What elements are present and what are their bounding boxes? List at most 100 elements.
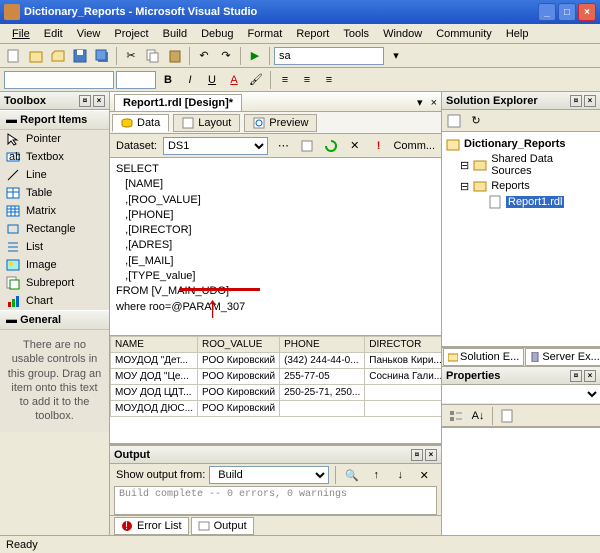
report-file[interactable]: Report1.rdl [506,196,564,208]
menu-community[interactable]: Community [430,26,498,42]
tab-server-explorer[interactable]: Server Ex... [525,348,600,366]
dataset-refresh-icon[interactable] [322,136,340,156]
tool-line[interactable]: Line [0,166,109,184]
tab-close-icon[interactable]: × [427,95,441,111]
output-pin-icon[interactable]: ¤ [411,449,423,461]
tab-layout[interactable]: Layout [173,114,240,132]
tool-textbox[interactable]: abTextbox [0,148,109,166]
tool-chart[interactable]: Chart [0,292,109,310]
tool-subreport[interactable]: Subreport [0,274,109,292]
categorized-icon[interactable] [446,406,466,426]
open-icon[interactable] [48,46,68,66]
find-combo[interactable] [274,47,384,65]
col-roo[interactable]: ROO_VALUE [198,337,280,353]
menu-tools[interactable]: Tools [337,26,375,42]
menu-file[interactable]: File [6,26,36,42]
tab-data[interactable]: Data [112,114,169,132]
paste-icon[interactable] [165,46,185,66]
copy-icon[interactable] [143,46,163,66]
properties-object-select[interactable] [442,385,600,403]
align-right-icon[interactable]: ≡ [319,70,339,90]
output-prev-icon[interactable]: ↑ [366,465,386,485]
output-clear-icon[interactable]: ✕ [414,465,434,485]
output-close-icon[interactable]: × [425,449,437,461]
menu-help[interactable]: Help [500,26,535,42]
sql-editor[interactable]: SELECT [NAME] ,[ROO_VALUE] ,[PHONE] ,[DI… [110,158,441,335]
menu-report[interactable]: Report [290,26,335,42]
tab-error-list[interactable]: !Error List [114,517,189,535]
dataset-trail: Comm... [393,140,435,152]
bold-icon[interactable]: B [158,70,178,90]
output-text[interactable]: Build complete -- 0 errors, 0 warnings [114,486,437,515]
cut-icon[interactable]: ✂ [121,46,141,66]
tool-table[interactable]: Table [0,184,109,202]
tool-rectangle[interactable]: Rectangle [0,220,109,238]
col-phone[interactable]: PHONE [280,337,365,353]
fontsize-combo[interactable] [116,71,156,89]
save-all-icon[interactable] [92,46,112,66]
menu-project[interactable]: Project [108,26,154,42]
align-center-icon[interactable]: ≡ [297,70,317,90]
minimize-button[interactable]: _ [538,3,556,21]
align-left-icon[interactable]: ≡ [275,70,295,90]
italic-icon[interactable]: I [180,70,200,90]
tool-image[interactable]: Image [0,256,109,274]
output-next-icon[interactable]: ↓ [390,465,410,485]
add-item-icon[interactable] [26,46,46,66]
save-icon[interactable] [70,46,90,66]
dataset-select[interactable]: DS1 [163,137,269,155]
alphabetical-icon[interactable]: A↓ [468,406,488,426]
new-project-icon[interactable] [4,46,24,66]
menu-bar: File Edit View Project Build Debug Forma… [0,24,600,44]
dataset-new-icon[interactable]: ⋯ [274,136,292,156]
run-icon[interactable]: ▶ [245,46,265,66]
tool-pointer[interactable]: Pointer [0,130,109,148]
document-tab[interactable]: Report1.rdl [Design]* [114,94,242,111]
menu-window[interactable]: Window [377,26,428,42]
solution-tree[interactable]: Dictionary_Reports ⊟Shared Data Sources … [442,132,600,347]
find-dropdown-icon[interactable]: ▾ [386,46,406,66]
project-icon [446,137,460,151]
menu-build[interactable]: Build [157,26,193,42]
col-name[interactable]: NAME [111,337,198,353]
dataset-delete-icon[interactable]: ✕ [346,136,364,156]
output-find-icon[interactable]: 🔍 [342,465,362,485]
tab-preview[interactable]: Preview [244,114,317,132]
solution-pin-icon[interactable]: ¤ [570,95,582,107]
standard-toolbar: ✂ ↶ ↷ ▶ ▾ [0,44,600,68]
col-director[interactable]: DIRECTOR [365,337,441,353]
table-row: МОУ ДОД ЦДТ...РОО Кировский250-25-71, 25… [111,385,442,401]
close-button[interactable]: × [578,3,596,21]
toolbox-close-icon[interactable]: × [93,95,105,107]
bgcolor-icon[interactable]: 🖌 [246,70,266,90]
toolbox-section-report-items[interactable]: ▬ Report Items [0,110,109,130]
toolbox-section-general[interactable]: ▬ General [0,310,109,330]
tool-list[interactable]: List [0,238,109,256]
menu-debug[interactable]: Debug [195,26,239,42]
tab-dropdown-icon[interactable]: ▾ [413,94,427,111]
results-grid[interactable]: NAME ROO_VALUE PHONE DIRECTOR AD МОУДОД … [110,335,441,443]
solution-properties-icon[interactable] [444,111,464,131]
toolbox-pin-icon[interactable]: ¤ [79,95,91,107]
dataset-edit-icon[interactable] [298,136,316,156]
tab-solution-explorer[interactable]: Solution E... [443,348,524,366]
tool-matrix[interactable]: Matrix [0,202,109,220]
fgcolor-icon[interactable]: A [224,70,244,90]
underline-icon[interactable]: U [202,70,222,90]
properties-close-icon[interactable]: × [584,370,596,382]
menu-format[interactable]: Format [242,26,289,42]
dataset-run-icon[interactable]: ! [370,136,388,156]
properties-pin-icon[interactable]: ¤ [570,370,582,382]
solution-refresh-icon[interactable]: ↻ [466,111,486,131]
output-source-select[interactable]: Build [209,466,329,484]
solution-close-icon[interactable]: × [584,95,596,107]
menu-view[interactable]: View [71,26,107,42]
undo-icon[interactable]: ↶ [194,46,214,66]
font-combo[interactable] [4,71,114,89]
maximize-button[interactable]: □ [558,3,576,21]
redo-icon[interactable]: ↷ [216,46,236,66]
menu-edit[interactable]: Edit [38,26,69,42]
prop-pages-icon[interactable] [497,406,517,426]
properties-grid[interactable] [442,427,600,535]
tab-output[interactable]: Output [191,517,254,535]
